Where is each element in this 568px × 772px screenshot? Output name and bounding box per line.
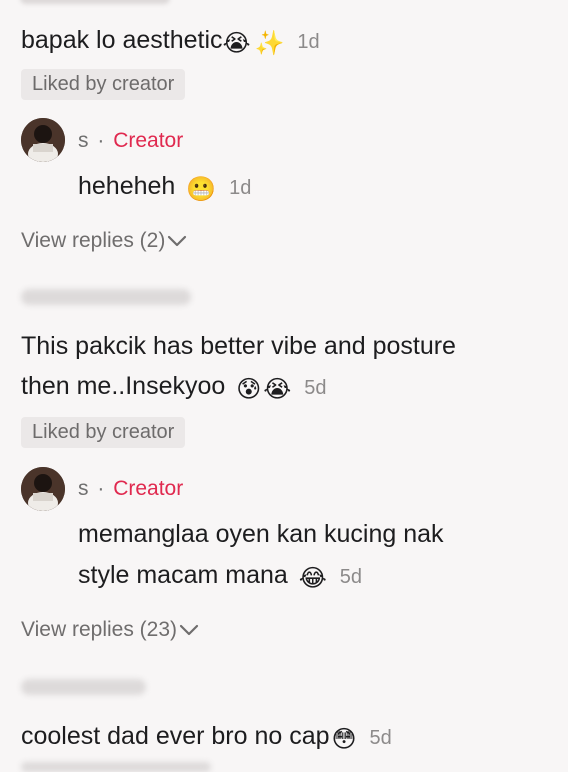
comment-text: coolest dad ever bro no cap😳 5d xyxy=(21,722,392,753)
timestamp: 1d xyxy=(229,177,252,199)
reply-author[interactable]: s · Creator xyxy=(78,477,183,501)
view-replies-label: View replies (23) xyxy=(21,618,178,641)
sparkles-emoji: ✨ xyxy=(254,30,285,57)
timestamp: 5d xyxy=(369,727,392,749)
grimacing-emoji: 😬 xyxy=(186,176,217,203)
comment-text-line2: then me..Insekyoo 😰😭 5d xyxy=(21,372,327,403)
separator-dot: · xyxy=(97,129,105,152)
creator-tag: Creator xyxy=(113,477,184,500)
loudly-crying-emoji: 😭 xyxy=(263,376,292,403)
loudly-crying-emoji: 😭 xyxy=(222,30,251,57)
reply-username: s xyxy=(78,477,89,500)
flushed-face-emoji: 😳 xyxy=(331,726,357,753)
creator-avatar[interactable] xyxy=(21,118,65,162)
creator-avatar[interactable] xyxy=(21,467,65,511)
blurred-username xyxy=(21,679,146,695)
reply-text: heheheh 😬 1d xyxy=(78,172,252,203)
timestamp: 5d xyxy=(339,566,362,588)
next-comment-edge xyxy=(21,762,211,772)
comment-text: bapak lo aesthetic😭 ✨ 1d xyxy=(21,26,320,57)
reply-author[interactable]: s · Creator xyxy=(78,129,183,153)
anxious-face-emoji: 😰 xyxy=(236,376,262,403)
liked-by-creator-badge: Liked by creator xyxy=(21,417,186,448)
avatar-image xyxy=(21,118,65,162)
separator-dot: · xyxy=(97,477,105,500)
blurred-username xyxy=(20,0,170,4)
reply-username: s xyxy=(78,129,89,152)
reply-text-line2: style macam mana 😂 5d xyxy=(78,561,362,592)
reply-text-line1: memanglaa oyen kan kucing nak xyxy=(78,520,444,548)
avatar-image xyxy=(21,467,65,511)
view-replies-label: View replies (2) xyxy=(21,229,166,252)
liked-by-creator-badge: Liked by creator xyxy=(21,69,186,100)
comment-text-line1: This pakcik has better vibe and posture xyxy=(21,332,456,360)
chevron-down-icon xyxy=(168,235,187,247)
view-replies-button[interactable]: View replies (23) xyxy=(21,618,199,642)
timestamp: 5d xyxy=(304,377,327,399)
view-replies-button[interactable]: View replies (2) xyxy=(21,229,187,253)
blurred-username xyxy=(21,289,191,305)
creator-tag: Creator xyxy=(113,129,184,152)
chevron-down-icon xyxy=(179,624,199,636)
tears-of-joy-emoji: 😂 xyxy=(298,565,327,592)
timestamp: 1d xyxy=(297,31,320,53)
